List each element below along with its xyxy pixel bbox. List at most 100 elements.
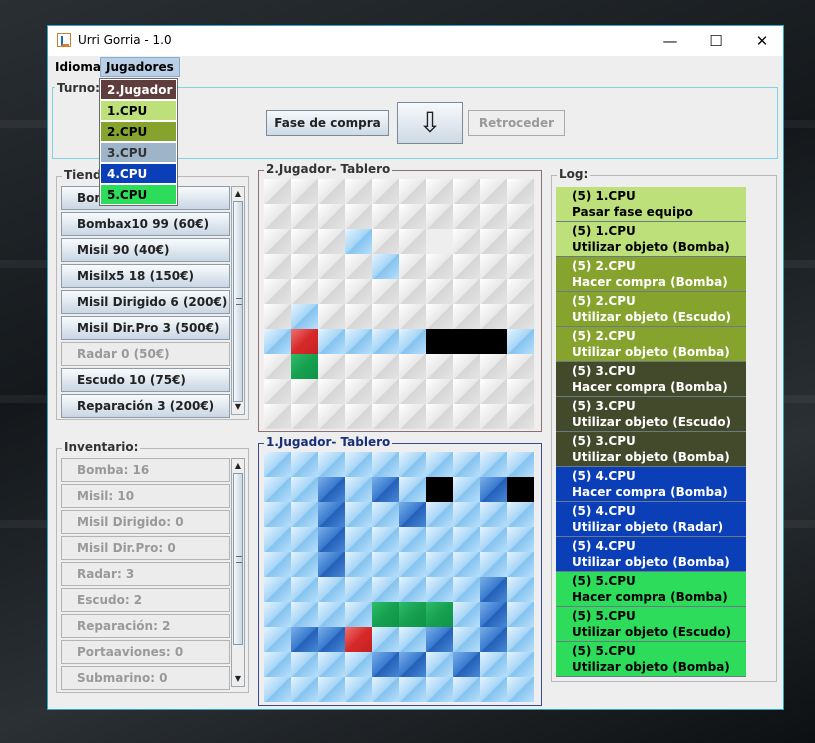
board-cell[interactable] xyxy=(291,602,318,627)
board-cell[interactable] xyxy=(291,379,318,404)
board-cell[interactable] xyxy=(426,354,453,379)
players-menu-item[interactable]: 2.Jugador xyxy=(100,79,177,100)
board-cell[interactable] xyxy=(291,627,318,652)
board-cell[interactable] xyxy=(291,304,318,329)
board-cell[interactable] xyxy=(291,254,318,279)
board-cell[interactable] xyxy=(399,452,426,477)
board-cell[interactable] xyxy=(264,677,291,702)
board-cell[interactable] xyxy=(399,677,426,702)
board-cell[interactable] xyxy=(264,477,291,502)
board-cell[interactable] xyxy=(372,577,399,602)
board-cell[interactable] xyxy=(345,404,372,429)
board-cell[interactable] xyxy=(507,329,534,354)
inventory-item[interactable]: Misil Dirigido: 0 xyxy=(61,510,230,534)
board-cell[interactable] xyxy=(399,279,426,304)
board-cell[interactable] xyxy=(480,552,507,577)
board-cell[interactable] xyxy=(291,354,318,379)
board-cell[interactable] xyxy=(264,279,291,304)
board-cell[interactable] xyxy=(426,229,453,254)
scroll-thumb[interactable] xyxy=(233,473,243,645)
board-cell[interactable] xyxy=(480,404,507,429)
board-cell[interactable] xyxy=(507,379,534,404)
board-cell[interactable] xyxy=(264,354,291,379)
shop-item[interactable]: Reparación 3 (200€) xyxy=(61,394,230,418)
scroll-down-icon[interactable]: ▼ xyxy=(232,400,244,414)
board-cell[interactable] xyxy=(399,477,426,502)
board-cell[interactable] xyxy=(264,527,291,552)
players-menu-item[interactable]: 4.CPU xyxy=(100,163,177,184)
board-cell[interactable] xyxy=(372,652,399,677)
board-cell[interactable] xyxy=(480,254,507,279)
inventory-item[interactable]: Escudo: 2 xyxy=(61,588,230,612)
board-cell[interactable] xyxy=(426,652,453,677)
board-cell[interactable] xyxy=(291,279,318,304)
board-cell[interactable] xyxy=(453,602,480,627)
board-cell[interactable] xyxy=(345,204,372,229)
board-cell[interactable] xyxy=(426,677,453,702)
board-cell[interactable] xyxy=(318,502,345,527)
board-cell[interactable] xyxy=(507,229,534,254)
board-cell[interactable] xyxy=(372,677,399,702)
board-cell[interactable] xyxy=(264,452,291,477)
board-cell[interactable] xyxy=(345,677,372,702)
board-cell[interactable] xyxy=(426,179,453,204)
board-cell[interactable] xyxy=(372,329,399,354)
board-cell[interactable] xyxy=(399,354,426,379)
board-cell[interactable] xyxy=(426,254,453,279)
board-cell[interactable] xyxy=(426,279,453,304)
board-cell[interactable] xyxy=(291,229,318,254)
board-cell[interactable] xyxy=(399,404,426,429)
board-cell[interactable] xyxy=(453,179,480,204)
board-cell[interactable] xyxy=(318,404,345,429)
board-cell[interactable] xyxy=(372,552,399,577)
board-cell[interactable] xyxy=(318,179,345,204)
board-cell[interactable] xyxy=(291,329,318,354)
board-cell[interactable] xyxy=(264,204,291,229)
board-cell[interactable] xyxy=(480,627,507,652)
board-cell[interactable] xyxy=(507,179,534,204)
board-cell[interactable] xyxy=(372,527,399,552)
shop-item[interactable]: Bombax10 99 (60€) xyxy=(61,212,230,236)
board-cell[interactable] xyxy=(480,179,507,204)
board-cell[interactable] xyxy=(399,179,426,204)
shop-item[interactable]: Radar 0 (50€) xyxy=(61,342,230,366)
board-cell[interactable] xyxy=(318,254,345,279)
board-cell[interactable] xyxy=(480,204,507,229)
board-cell[interactable] xyxy=(426,552,453,577)
board-cell[interactable] xyxy=(345,627,372,652)
board-cell[interactable] xyxy=(291,502,318,527)
board-cell[interactable] xyxy=(291,527,318,552)
board-cell[interactable] xyxy=(426,502,453,527)
board-cell[interactable] xyxy=(264,229,291,254)
board-cell[interactable] xyxy=(399,577,426,602)
board-cell[interactable] xyxy=(318,627,345,652)
inventory-item[interactable]: Misil Dir.Pro: 0 xyxy=(61,536,230,560)
minimize-button[interactable]: — xyxy=(647,26,693,56)
inventory-item[interactable]: Submarino: 0 xyxy=(61,666,230,690)
shop-scrollbar[interactable]: ▲ ▼ xyxy=(231,186,245,415)
board-cell[interactable] xyxy=(372,452,399,477)
board-cell[interactable] xyxy=(453,379,480,404)
board-cell[interactable] xyxy=(480,329,507,354)
board-cell[interactable] xyxy=(453,452,480,477)
buy-phase-button[interactable]: Fase de compra xyxy=(266,110,389,136)
board-cell[interactable] xyxy=(318,577,345,602)
board-cell[interactable] xyxy=(318,652,345,677)
players-menu-item[interactable]: 5.CPU xyxy=(100,184,177,205)
board-cell[interactable] xyxy=(318,279,345,304)
board-cell[interactable] xyxy=(426,379,453,404)
board-cell[interactable] xyxy=(345,527,372,552)
shop-item[interactable]: Misilx5 18 (150€) xyxy=(61,264,230,288)
board-cell[interactable] xyxy=(372,279,399,304)
board-cell[interactable] xyxy=(372,229,399,254)
board-cell[interactable] xyxy=(507,204,534,229)
board-cell[interactable] xyxy=(318,602,345,627)
board-cell[interactable] xyxy=(453,527,480,552)
players-menu-item[interactable]: 2.CPU xyxy=(100,121,177,142)
board-cell[interactable] xyxy=(345,452,372,477)
board-cell[interactable] xyxy=(345,279,372,304)
board-cell[interactable] xyxy=(345,329,372,354)
board-cell[interactable] xyxy=(453,204,480,229)
board-cell[interactable] xyxy=(507,279,534,304)
board-cell[interactable] xyxy=(480,354,507,379)
